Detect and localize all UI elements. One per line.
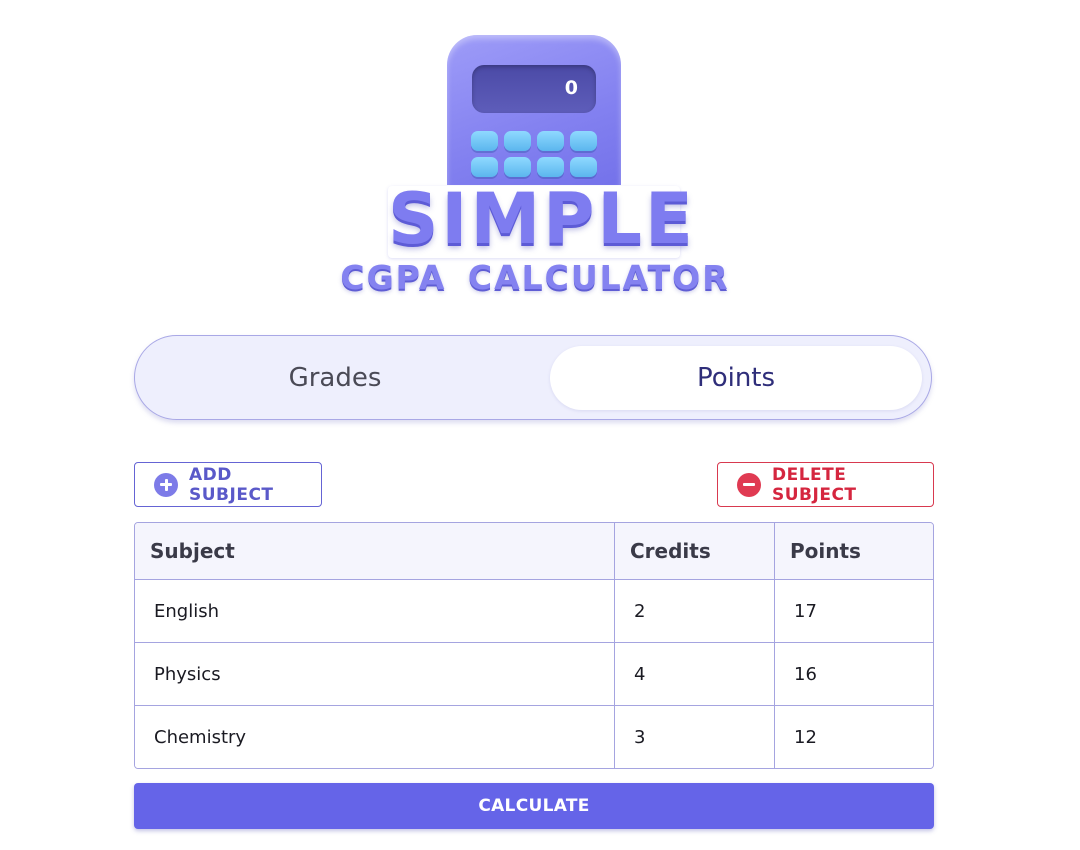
calculator-key [471, 131, 498, 151]
calculator-key [537, 131, 564, 151]
calculator-keypad [471, 131, 599, 177]
add-subject-label: ADD SUBJECT [189, 464, 274, 505]
subjects-table: Subject Credits Points English 2 17 Phys… [134, 522, 934, 769]
points-cell[interactable]: 17 [774, 580, 933, 642]
logo-subtitle: CGPA CALCULATOR [340, 258, 730, 297]
minus-circle-icon [737, 472, 761, 497]
calculator-display-value: 0 [564, 77, 578, 99]
subject-cell[interactable]: Chemistry [135, 706, 614, 768]
delete-subject-button[interactable]: DELETE SUBJECT [717, 462, 934, 507]
points-cell[interactable]: 16 [774, 643, 933, 705]
table-row: Chemistry 3 12 [135, 705, 933, 768]
delete-subject-label: DELETE SUBJECT [772, 464, 857, 505]
credits-cell[interactable]: 3 [614, 706, 774, 768]
calculator-key [504, 131, 531, 151]
column-header-points: Points [774, 523, 933, 579]
credits-cell[interactable]: 2 [614, 580, 774, 642]
calculator-icon: 0 [447, 35, 621, 185]
calculator-key [570, 131, 597, 151]
subject-cell[interactable]: Physics [135, 643, 614, 705]
column-header-subject: Subject [150, 539, 235, 563]
mode-toggle: Grades Points [134, 335, 932, 420]
app-logo: 0 SIMPLE CGPA CALCULATOR [0, 0, 1080, 310]
calculator-key [504, 157, 531, 177]
calculator-key [471, 157, 498, 177]
logo-title: SIMPLE [388, 178, 696, 260]
calculator-display: 0 [472, 65, 596, 113]
subject-cell[interactable]: English [135, 580, 614, 642]
toggle-points[interactable]: Points [550, 346, 922, 410]
points-cell[interactable]: 12 [774, 706, 933, 768]
toggle-grades[interactable]: Grades [145, 346, 525, 410]
credits-cell[interactable]: 4 [614, 643, 774, 705]
column-header-credits: Credits [614, 523, 774, 579]
calculate-button[interactable]: CALCULATE [134, 783, 934, 829]
table-row: Physics 4 16 [135, 642, 933, 705]
table-row: English 2 17 [135, 579, 933, 642]
add-subject-button[interactable]: ADD SUBJECT [134, 462, 322, 507]
calculator-key [570, 157, 597, 177]
cgpa-calculator-page: 0 SIMPLE CGPA CALCULATOR Grades Points A… [0, 0, 1080, 850]
plus-circle-icon [154, 472, 178, 497]
calculate-label: CALCULATE [478, 796, 590, 816]
table-header-row: Subject Credits Points [135, 523, 933, 579]
calculator-key [537, 157, 564, 177]
